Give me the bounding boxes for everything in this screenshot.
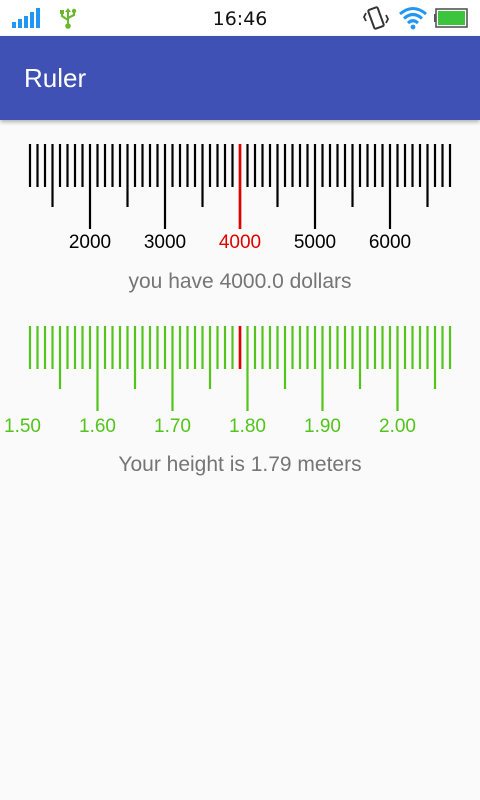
height-caption: Your height is 1.79 meters (118, 453, 362, 476)
money_ruler-label: 6000 (369, 232, 411, 253)
height_ruler-label: 1.60 (79, 416, 116, 437)
money-ruler-scale[interactable]: 2000 3000 4000 5000 6000 (0, 140, 480, 262)
money-caption: you have 4000.0 dollars (128, 270, 352, 293)
height_ruler-label: 1.80 (229, 416, 266, 437)
app-bar: Ruler (0, 36, 480, 120)
money-ruler[interactable]: 2000 3000 4000 5000 6000 (0, 140, 480, 262)
app-title: Ruler (24, 63, 87, 93)
battery-icon (434, 8, 468, 28)
height-ruler[interactable]: 1.50 1.60 1.70 1.80 1.90 2.00 (0, 322, 480, 444)
money_ruler-label: 3000 (144, 232, 186, 253)
money_ruler-label: 4000 (219, 232, 261, 253)
screen: 16:46 Ruler 2000 3000 4000 5000 6000 you hav… (0, 0, 480, 800)
wifi-icon (399, 7, 427, 30)
money_ruler-label: 2000 (69, 232, 111, 253)
money_ruler-label: 5000 (294, 232, 336, 253)
height_ruler-label: 2.00 (379, 416, 416, 437)
height_ruler-label: 1.70 (154, 416, 191, 437)
height_ruler-label: 1.50 (4, 416, 41, 437)
height-ruler-scale[interactable]: 1.50 1.60 1.70 1.80 1.90 2.00 (0, 322, 480, 444)
height_ruler-label: 1.90 (304, 416, 341, 437)
status-bar: 16:46 (0, 0, 480, 36)
vibrate-icon (362, 6, 390, 30)
